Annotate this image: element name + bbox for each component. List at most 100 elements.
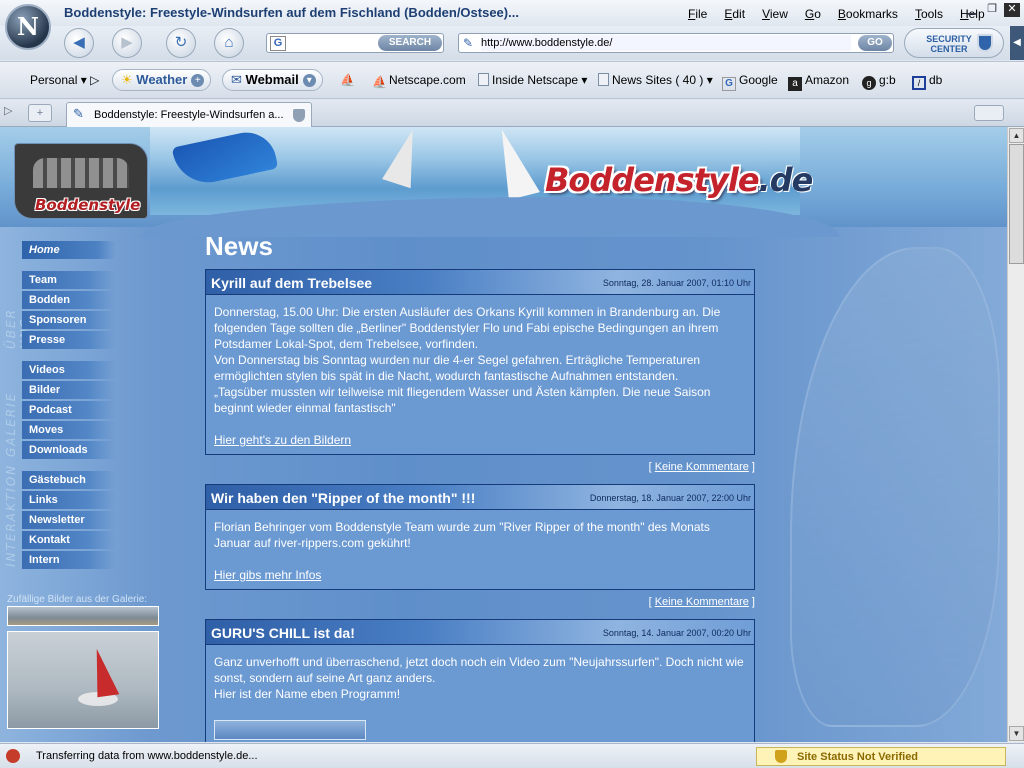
weather-button[interactable]: ☀ Weather +	[112, 69, 212, 91]
nav-bilder[interactable]: Bilder	[22, 381, 116, 399]
scroll-down-icon[interactable]: ▼	[1009, 726, 1024, 741]
netscape-icon: ⛵	[372, 75, 387, 89]
post-header: Kyrill auf dem Trebelsee Sonntag, 28. Ja…	[205, 269, 755, 295]
close-icon[interactable]: ✕	[1004, 3, 1020, 17]
post-comments: [ Keine Kommentare ]	[648, 461, 755, 473]
webmail-button[interactable]: ✉ Webmail ▾	[222, 69, 323, 91]
folder-icon	[478, 73, 489, 86]
status-text: Transferring data from www.boddenstyle.d…	[36, 750, 258, 762]
scrollbar-thumb[interactable]	[1009, 144, 1024, 264]
nav-links[interactable]: Links	[22, 491, 116, 509]
post-body: Donnerstag, 15.00 Uhr: Die ersten Ausläu…	[205, 295, 755, 455]
reload-icon[interactable]: ↻	[166, 28, 196, 58]
nav-downloads[interactable]: Downloads	[22, 441, 116, 459]
menu-go[interactable]: Go	[805, 7, 821, 21]
bookmark-inside-netscape[interactable]: Inside Netscape ▾	[478, 62, 587, 98]
restore-icon[interactable]: ❐	[984, 3, 1000, 17]
sidebar-toggle-icon[interactable]: ◀	[1010, 26, 1024, 60]
menu-bookmarks[interactable]: Bookmarks	[838, 7, 898, 21]
nav-home[interactable]: Home	[22, 241, 116, 259]
background-sail-image	[790, 247, 1000, 727]
site-title: Boddenstyle.de	[545, 161, 813, 199]
vertical-scrollbar[interactable]: ▲ ▼	[1007, 127, 1024, 742]
bookmark-db[interactable]: / db	[912, 62, 942, 98]
post-comments: [ Keine Kommentare ]	[648, 596, 755, 608]
windsurf-sail	[90, 646, 120, 698]
mail-icon: ✉	[231, 72, 242, 87]
tab-scroll-left-icon[interactable]: ▷	[4, 104, 12, 117]
menu-view[interactable]: View	[762, 7, 788, 21]
gb-icon: g	[862, 76, 876, 90]
tab-boddenstyle[interactable]: ✎ Boddenstyle: Freestyle-Windsurfen a...	[66, 102, 312, 127]
video-thumbnail[interactable]	[214, 720, 366, 740]
google-icon: G	[722, 77, 736, 91]
address-bar[interactable]: ✎ GO	[458, 33, 894, 53]
nav-intern[interactable]: Intern	[22, 551, 116, 569]
sun-icon: ☀	[121, 72, 133, 87]
menu-edit[interactable]: Edit	[724, 7, 745, 21]
security-center-label: SECURITY CENTER	[926, 34, 972, 54]
post-title: Wir haben den "Ripper of the month" !!!	[211, 490, 476, 506]
nav-bodden[interactable]: Bodden	[22, 291, 116, 309]
bookmark-amazon[interactable]: a Amazon	[788, 62, 849, 98]
forward-arrow-icon[interactable]: ▶	[112, 28, 142, 58]
post-date: Donnerstag, 18. Januar 2007, 22:00 Uhr	[589, 493, 751, 503]
search-box[interactable]: G SEARCH	[266, 33, 444, 53]
nav-sponsoren[interactable]: Sponsoren	[22, 311, 116, 329]
news-post: Wir haben den "Ripper of the month" !!! …	[205, 484, 755, 608]
personal-menu[interactable]: Personal ▾ ▷	[30, 62, 99, 98]
post-header: GURU'S CHILL ist da! Sonntag, 14. Januar…	[205, 619, 755, 645]
go-button[interactable]: GO	[858, 35, 892, 51]
nav-podcast[interactable]: Podcast	[22, 401, 116, 419]
nav-moves[interactable]: Moves	[22, 421, 116, 439]
nav-presse[interactable]: Presse	[22, 331, 116, 349]
title-bar: Boddenstyle: Freestyle-Windsurfen auf de…	[0, 0, 1024, 26]
connection-icon	[6, 749, 20, 763]
menu-tools[interactable]: Tools	[915, 7, 943, 21]
browser-logo-icon[interactable]: N	[5, 4, 51, 50]
bookmark-netscape[interactable]: ⛵ Netscape.com	[372, 62, 466, 98]
ship-icon[interactable]: ⛵	[340, 62, 355, 98]
menu-file[interactable]: File	[688, 7, 707, 21]
minimize-icon[interactable]: ▁	[964, 3, 980, 17]
new-tab-icon[interactable]: +	[28, 104, 52, 122]
bookmark-gb[interactable]: g g:b	[862, 62, 896, 98]
security-center-button[interactable]: SECURITY CENTER	[904, 28, 1004, 58]
gallery-random-image[interactable]	[7, 631, 159, 729]
amazon-icon: a	[788, 77, 802, 91]
url-input[interactable]	[481, 35, 851, 51]
nav-videos[interactable]: Videos	[22, 361, 116, 379]
window-controls: ▁ ❐ ✕	[964, 3, 1020, 17]
back-arrow-icon[interactable]: ◀	[64, 28, 94, 58]
comments-link[interactable]: Keine Kommentare	[655, 596, 749, 608]
tab-label: Boddenstyle: Freestyle-Windsurfen a...	[94, 109, 284, 121]
chevron-down-icon[interactable]: ▾	[302, 74, 316, 87]
page-title: News	[205, 231, 273, 261]
google-icon: G	[270, 36, 286, 51]
bookmark-google[interactable]: G Google	[722, 62, 778, 98]
search-button[interactable]: SEARCH	[378, 35, 442, 51]
home-icon[interactable]: ⌂	[214, 28, 244, 58]
nav-gaestebuch[interactable]: Gästebuch	[22, 471, 116, 489]
comments-link[interactable]: Keine Kommentare	[655, 461, 749, 473]
site-status-badge[interactable]: Site Status Not Verified	[756, 747, 1006, 766]
post-link[interactable]: Hier gibs mehr Infos	[214, 568, 321, 582]
bookmark-news-sites[interactable]: News Sites ( 40 ) ▾	[598, 62, 713, 98]
shield-icon	[775, 750, 787, 763]
nav-newsletter[interactable]: Newsletter	[22, 511, 116, 529]
page-viewport: Boddenstyle Boddenstyle.de Home ÜBER UNS…	[0, 127, 1007, 742]
status-bar: Transferring data from www.boddenstyle.d…	[0, 743, 1024, 768]
news-post: GURU'S CHILL ist da! Sonntag, 14. Januar…	[205, 619, 755, 742]
gallery-random-image[interactable]	[7, 606, 159, 626]
nav-team[interactable]: Team	[22, 271, 116, 289]
shield-icon	[293, 109, 305, 122]
db-icon: /	[912, 76, 926, 90]
scroll-up-icon[interactable]: ▲	[1009, 128, 1024, 143]
post-date: Sonntag, 28. Januar 2007, 01:10 Uhr	[602, 278, 751, 288]
site-logo[interactable]: Boddenstyle	[14, 143, 148, 219]
nav-kontakt[interactable]: Kontakt	[22, 531, 116, 549]
menu-bar: File Edit View Go Bookmarks Tools Help	[688, 7, 1002, 21]
post-link[interactable]: Hier geht's zu den Bildern	[214, 433, 351, 447]
tab-list-icon[interactable]	[974, 105, 1004, 121]
add-icon[interactable]: +	[191, 74, 205, 87]
